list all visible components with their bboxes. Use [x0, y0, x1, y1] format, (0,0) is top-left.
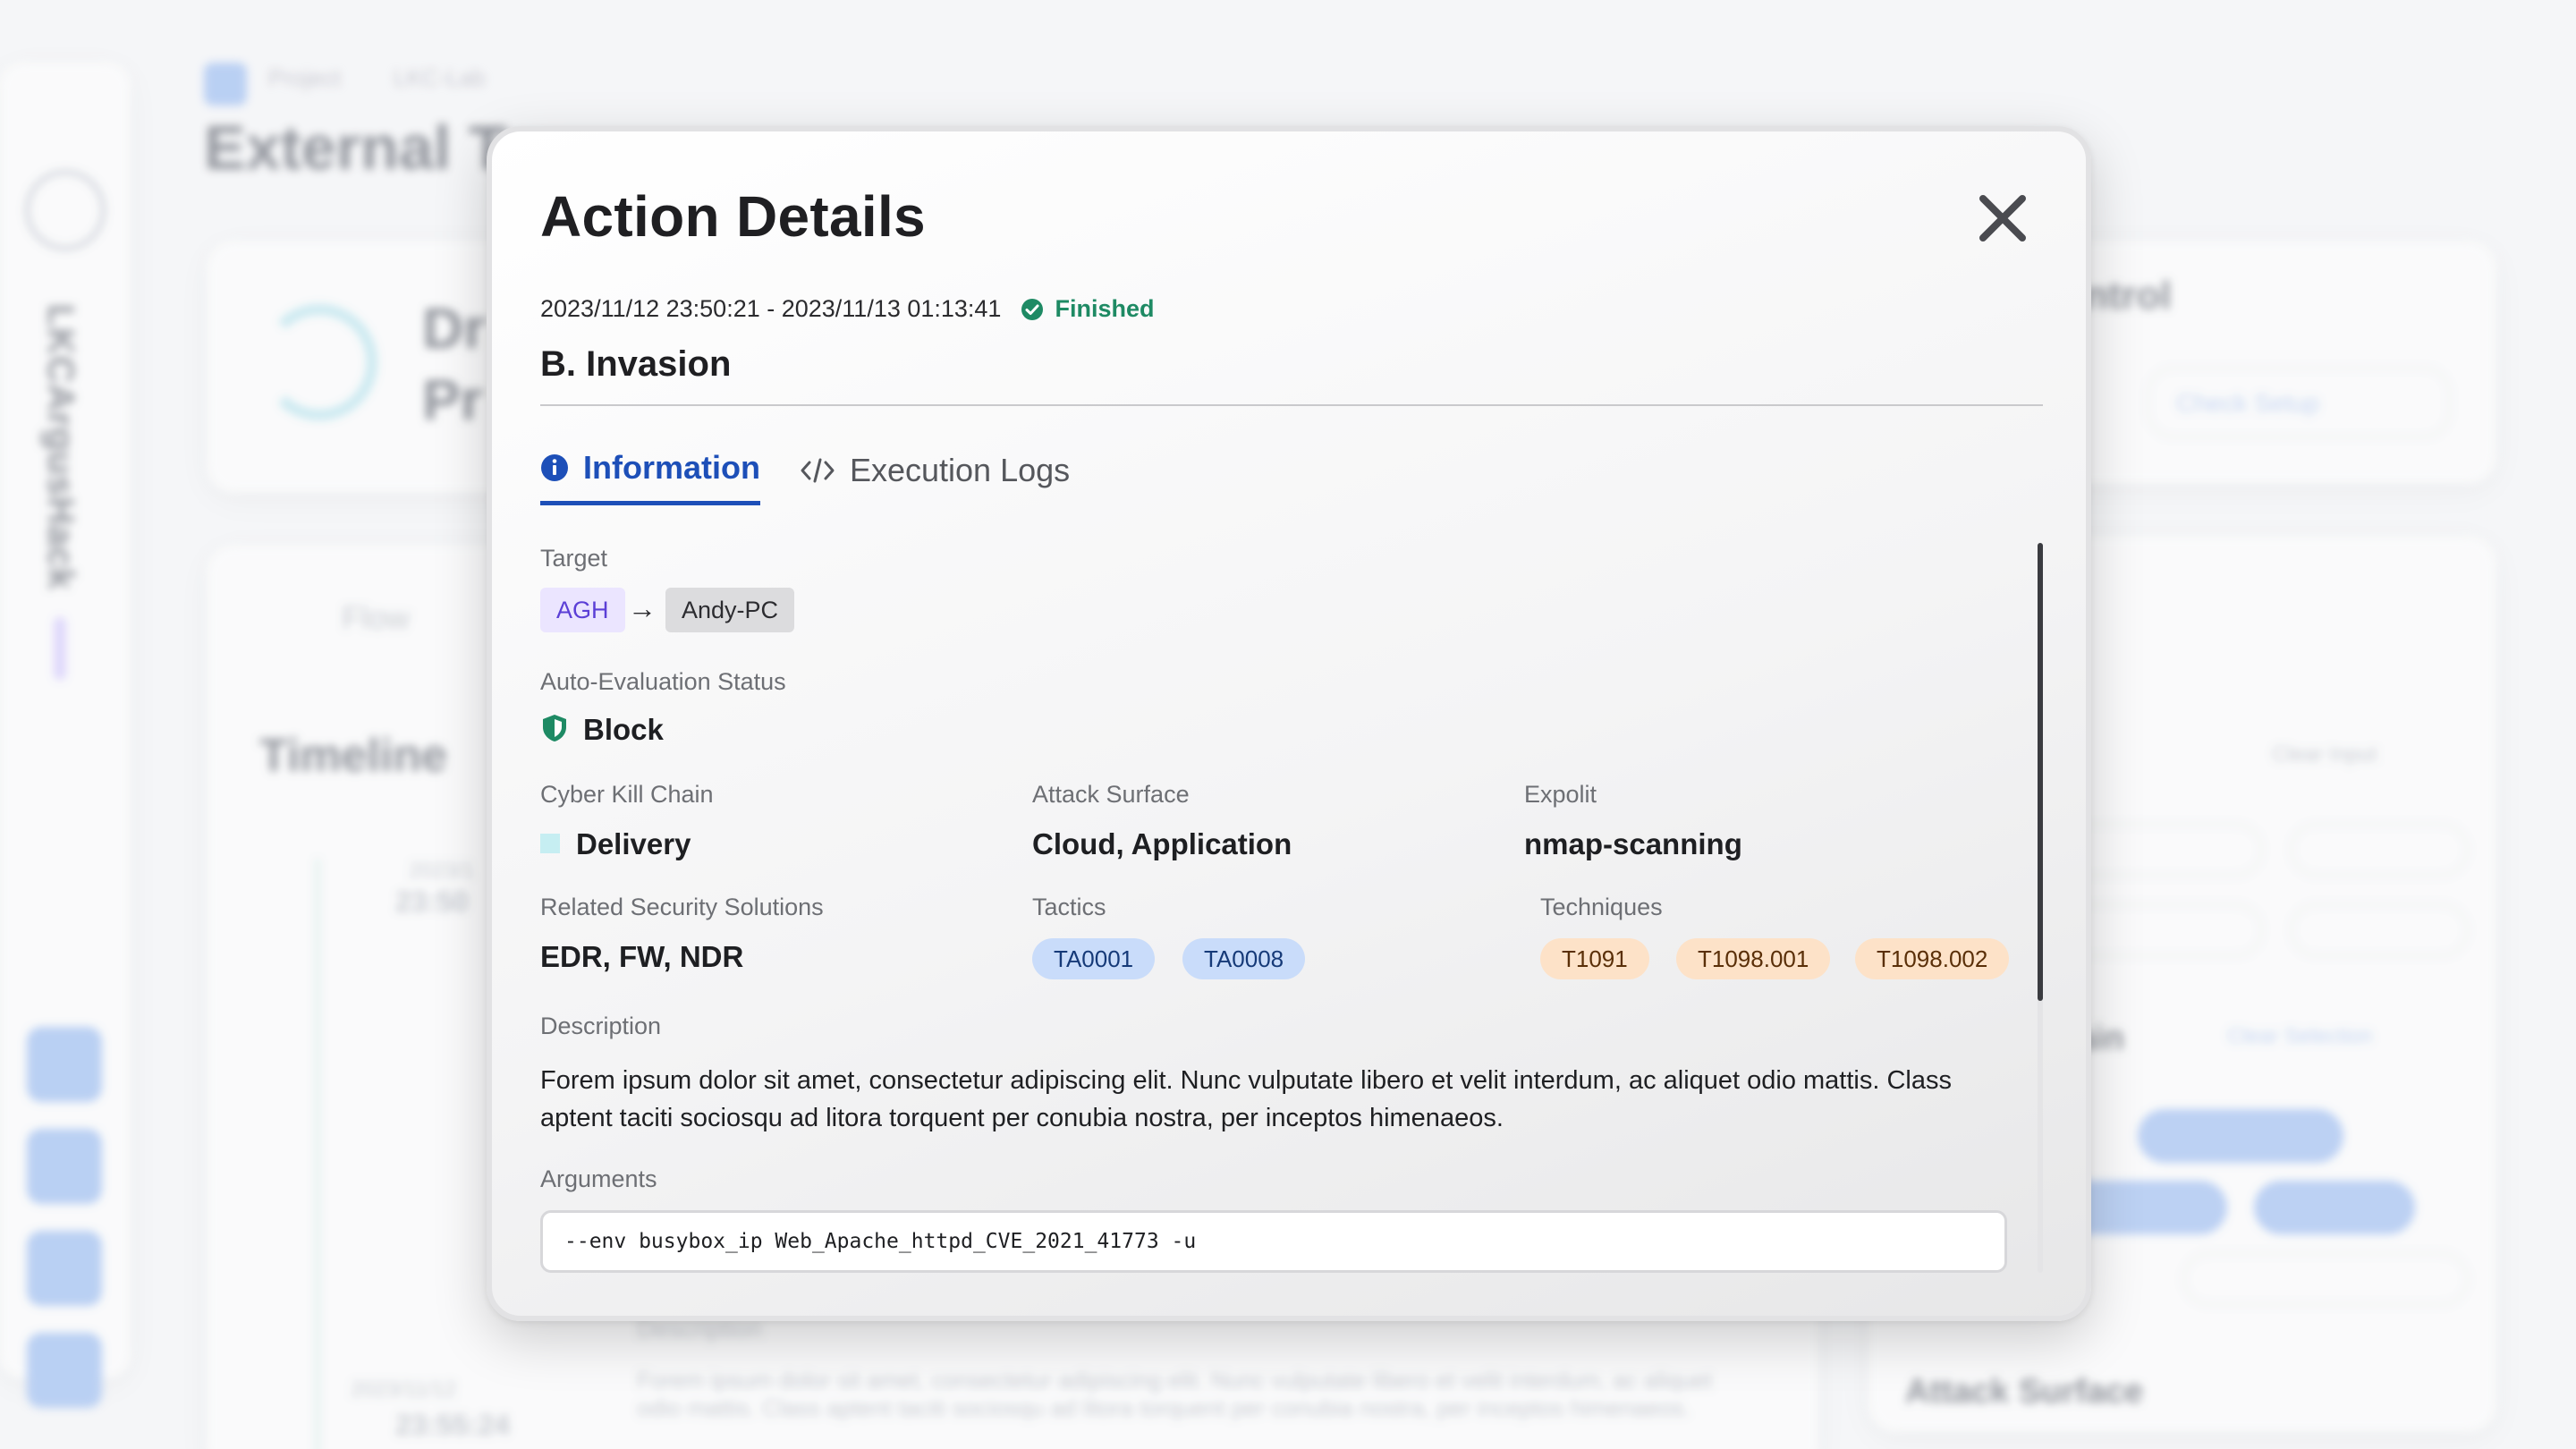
- action-meta: 2023/11/12 23:50:21 - 2023/11/13 01:13:4…: [540, 295, 1154, 323]
- technique-pill[interactable]: T1098.001: [1676, 938, 1831, 979]
- description-label: Description: [540, 1013, 662, 1039]
- tab-execution-logs-label: Execution Logs: [849, 451, 1071, 488]
- tab-bar: Information Execution Logs: [540, 449, 1070, 505]
- tactic-pill[interactable]: TA0008: [1182, 938, 1306, 979]
- auto-eval-value: Block: [583, 713, 664, 746]
- time-range: 2023/11/12 23:50:21 - 2023/11/13 01:13:4…: [540, 295, 1002, 322]
- close-icon: [1979, 195, 2026, 242]
- header-divider: [540, 404, 2043, 406]
- exploit-label: Expolit: [1524, 781, 1597, 808]
- tab-information[interactable]: Information: [540, 449, 760, 505]
- phase-title: B. Invasion: [540, 344, 732, 384]
- techniques-label: Techniques: [1540, 894, 1663, 920]
- shield-icon: [543, 715, 566, 741]
- modal-title: Action Details: [540, 184, 926, 249]
- check-circle-icon: [1021, 298, 1044, 320]
- arguments-label: Arguments: [540, 1165, 657, 1192]
- code-icon: [801, 458, 835, 482]
- scroll-thumb[interactable]: [2038, 543, 2043, 1001]
- description-text: Forem ipsum dolor sit amet, consectetur …: [540, 1066, 1952, 1132]
- modal-scrollbar[interactable]: [2038, 543, 2043, 1273]
- target-source-chip: AGH: [540, 588, 625, 632]
- close-button[interactable]: [1971, 187, 2034, 250]
- arguments-field[interactable]: --env busybox_ip Web_Apache_httpd_CVE_20…: [540, 1210, 2007, 1273]
- tab-execution-logs[interactable]: Execution Logs: [800, 449, 1070, 505]
- target-label: Target: [540, 545, 608, 572]
- kill-chain-value: Delivery: [576, 827, 691, 860]
- technique-pill[interactable]: T1091: [1540, 938, 1649, 979]
- info-icon: [541, 454, 568, 481]
- exploit-value: nmap-scanning: [1524, 827, 1742, 860]
- tactics-label: Tactics: [1032, 894, 1106, 920]
- tab-information-label: Information: [583, 449, 760, 486]
- kill-chain-swatch: [540, 834, 560, 853]
- target-destination-chip: Andy-PC: [665, 588, 795, 632]
- status-text: Finished: [1055, 295, 1155, 322]
- security-solutions-label: Related Security Solutions: [540, 894, 824, 920]
- technique-pill[interactable]: T1098.002: [1855, 938, 2010, 979]
- auto-eval-label: Auto-Evaluation Status: [540, 668, 786, 695]
- tactic-pill[interactable]: TA0001: [1032, 938, 1156, 979]
- security-solutions-value: EDR, FW, NDR: [540, 940, 744, 973]
- status-badge: Finished: [1021, 295, 1154, 323]
- attack-surface-label: Attack Surface: [1032, 781, 1190, 808]
- action-details-modal: Action Details 2023/11/12 23:50:21 - 202…: [487, 126, 2091, 1321]
- arrow-right-icon: →: [628, 592, 657, 624]
- attack-surface-value: Cloud, Application: [1032, 827, 1292, 860]
- kill-chain-label: Cyber Kill Chain: [540, 781, 714, 808]
